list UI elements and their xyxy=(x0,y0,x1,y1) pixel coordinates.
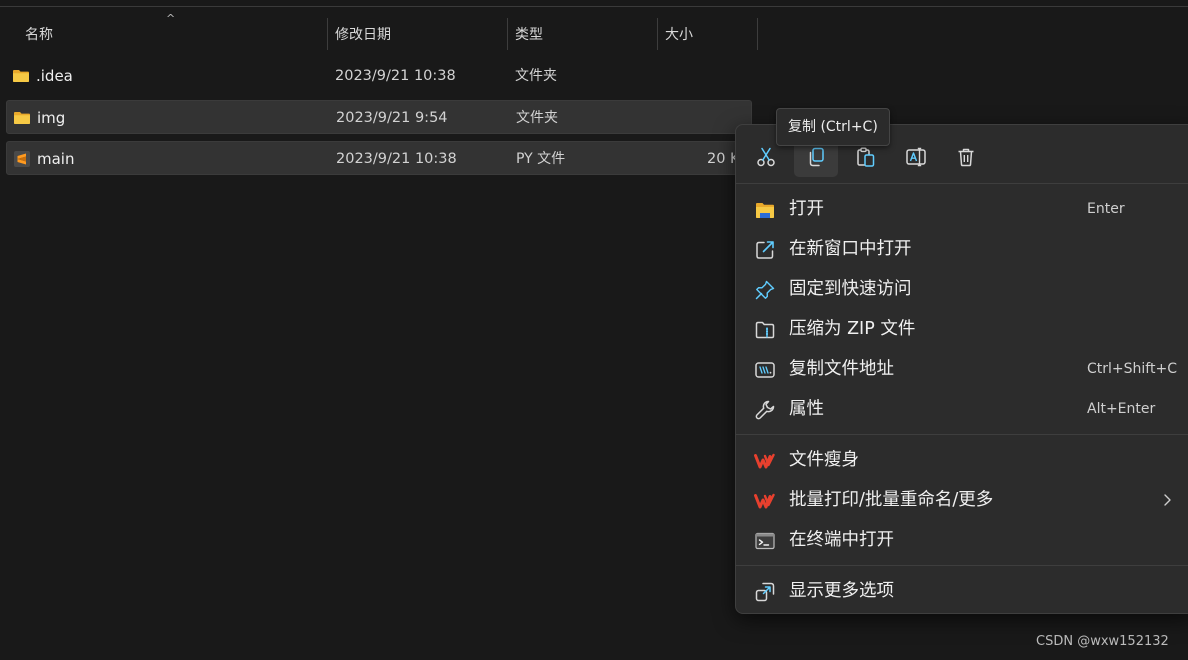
menu-item-label: 显示更多选项 xyxy=(789,581,894,601)
menu-item-open[interactable]: 打开 Enter xyxy=(740,190,1188,228)
file-name: .idea xyxy=(36,67,73,85)
menu-item-file-slim[interactable]: 文件瘦身 xyxy=(740,441,1188,479)
menu-item-properties[interactable]: 属性 Alt+Enter xyxy=(740,390,1188,428)
menu-item-label: 在终端中打开 xyxy=(789,530,894,550)
file-type: 文件夹 xyxy=(515,68,557,84)
menu-item-shortcut: Ctrl+Shift+C xyxy=(1087,361,1177,377)
terminal-icon xyxy=(755,532,775,550)
menu-item-label: 压缩为 ZIP 文件 xyxy=(789,319,916,339)
context-menu: 打开 Enter 在新窗口中打开 固定到快速访问 压缩为 ZIP 文件 复制文件… xyxy=(735,124,1188,614)
menu-item-open-new-window[interactable]: 在新窗口中打开 xyxy=(740,230,1188,268)
chevron-right-icon xyxy=(1164,494,1171,506)
paste-icon xyxy=(857,147,875,167)
menu-item-label: 固定到快速访问 xyxy=(789,279,912,299)
delete-button[interactable] xyxy=(944,137,988,177)
menu-item-pin-quick-access[interactable]: 固定到快速访问 xyxy=(740,270,1188,308)
toolbar-divider xyxy=(0,6,1188,7)
file-row-img[interactable]: img 2023/9/21 9:54 文件夹 xyxy=(6,100,752,134)
menu-item-copy-path[interactable]: 复制文件地址 Ctrl+Shift+C xyxy=(740,350,1188,388)
open-new-window-icon xyxy=(756,241,774,259)
folder-icon xyxy=(13,70,29,82)
column-modified[interactable]: 修改日期 xyxy=(335,18,391,50)
copy-tooltip: 复制 (Ctrl+C) xyxy=(776,108,890,146)
zip-icon xyxy=(755,321,775,339)
wps-icon xyxy=(754,453,775,469)
column-name[interactable]: 名称 xyxy=(25,18,53,50)
menu-separator xyxy=(736,183,1188,184)
menu-item-label: 在新窗口中打开 xyxy=(789,239,912,259)
sublime-file-icon xyxy=(14,151,30,167)
menu-item-shortcut: Enter xyxy=(1087,201,1125,217)
file-type: PY 文件 xyxy=(516,151,566,167)
copy-icon xyxy=(809,147,824,167)
menu-item-label: 文件瘦身 xyxy=(789,450,859,470)
column-separator[interactable] xyxy=(657,18,658,50)
more-options-icon xyxy=(755,582,775,602)
file-name: img xyxy=(37,109,66,127)
folder-icon xyxy=(14,112,30,124)
file-name: main xyxy=(37,150,75,168)
trash-icon xyxy=(958,148,974,167)
wrench-icon xyxy=(755,400,775,420)
copy-path-icon xyxy=(755,362,775,378)
menu-item-shortcut: Alt+Enter xyxy=(1087,401,1156,417)
file-modified: 2023/9/21 10:38 xyxy=(336,151,457,167)
pin-icon xyxy=(755,280,775,300)
watermark: CSDN @wxw152132 xyxy=(1036,634,1169,649)
menu-item-open-terminal[interactable]: 在终端中打开 xyxy=(740,521,1188,559)
menu-item-label: 批量打印/批量重命名/更多 xyxy=(789,490,994,510)
file-row-main[interactable]: main 2023/9/21 10:38 PY 文件 20 K xyxy=(6,141,752,175)
sort-ascending-icon: ^ xyxy=(166,12,176,25)
menu-separator xyxy=(736,565,1188,566)
file-modified: 2023/9/21 10:38 xyxy=(335,68,456,84)
scissors-icon xyxy=(757,147,775,167)
rename-icon xyxy=(906,147,926,167)
rename-button[interactable] xyxy=(894,137,938,177)
column-size[interactable]: 大小 xyxy=(665,18,693,50)
menu-item-show-more-options[interactable]: 显示更多选项 xyxy=(740,572,1188,610)
folder-open-icon xyxy=(756,203,774,218)
column-type[interactable]: 类型 xyxy=(515,18,543,50)
column-separator[interactable] xyxy=(327,18,328,50)
menu-item-batch-more[interactable]: 批量打印/批量重命名/更多 xyxy=(740,481,1188,519)
file-row-idea[interactable]: .idea 2023/9/21 10:38 文件夹 xyxy=(6,59,752,93)
file-type: 文件夹 xyxy=(516,110,558,126)
menu-item-label: 打开 xyxy=(789,199,824,219)
menu-item-label: 属性 xyxy=(789,399,824,419)
file-modified: 2023/9/21 9:54 xyxy=(336,110,448,126)
menu-separator xyxy=(736,434,1188,435)
menu-item-compress-zip[interactable]: 压缩为 ZIP 文件 xyxy=(740,310,1188,348)
column-header: ^ 名称 修改日期 类型 大小 xyxy=(0,12,760,50)
column-separator[interactable] xyxy=(507,18,508,50)
menu-item-label: 复制文件地址 xyxy=(789,359,894,379)
column-separator[interactable] xyxy=(757,18,758,50)
wps-icon xyxy=(754,493,775,509)
